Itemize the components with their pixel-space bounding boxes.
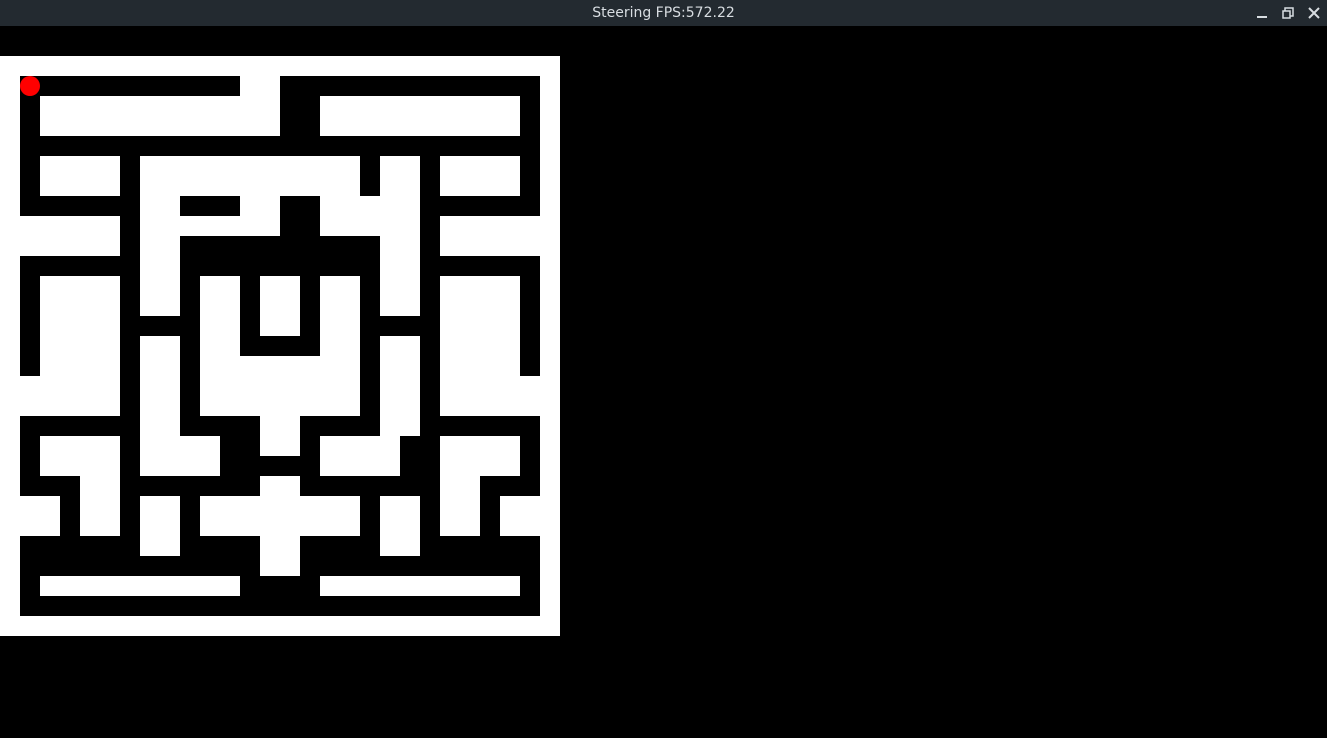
maze-wall	[240, 196, 260, 236]
maximize-icon[interactable]	[1278, 3, 1298, 23]
close-icon[interactable]	[1304, 3, 1324, 23]
maze-wall	[260, 276, 300, 336]
maze	[0, 56, 560, 636]
maze-wall	[140, 436, 220, 476]
maze-wall	[260, 416, 300, 456]
maze-wall	[180, 216, 240, 236]
agent-dot	[20, 76, 40, 96]
maze-wall	[40, 576, 240, 596]
maze-wall	[80, 476, 120, 536]
maze-wall	[40, 156, 120, 196]
maze-wall	[260, 196, 280, 236]
game-canvas[interactable]	[0, 26, 1327, 738]
maze-wall	[440, 476, 480, 536]
maze-wall	[140, 156, 180, 316]
maze-wall	[380, 336, 420, 436]
maze-wall	[40, 276, 120, 376]
maze-wall	[320, 96, 440, 136]
maze-wall	[500, 496, 540, 536]
maze-wall	[120, 96, 240, 136]
maze-wall	[200, 496, 360, 536]
maze-wall	[440, 376, 540, 416]
maze-wall	[540, 56, 560, 636]
maze-wall	[320, 436, 400, 476]
maze-wall	[200, 376, 360, 416]
window-title: Steering FPS:572.22	[592, 5, 735, 21]
maze-wall	[20, 496, 60, 536]
maze-wall	[380, 496, 420, 556]
maze-wall	[260, 536, 300, 576]
maze-wall	[180, 156, 360, 196]
maze-wall	[440, 436, 520, 476]
maze-wall	[440, 276, 520, 376]
minimize-icon[interactable]	[1252, 3, 1272, 23]
maze-wall	[140, 336, 180, 436]
maze-wall	[320, 576, 520, 596]
maze-wall	[0, 616, 560, 636]
maze-wall	[20, 216, 120, 256]
maze-wall	[440, 96, 520, 136]
maze-wall	[140, 496, 180, 556]
maze-wall	[440, 156, 520, 196]
maze-wall	[0, 56, 20, 636]
maze-wall	[20, 376, 120, 416]
window-titlebar[interactable]: Steering FPS:572.22	[0, 0, 1327, 26]
maze-wall	[40, 96, 120, 136]
maze-wall	[320, 196, 380, 236]
maze-wall	[240, 56, 280, 136]
maze-wall	[320, 276, 360, 376]
maze-wall	[380, 156, 420, 316]
maze-wall	[440, 216, 540, 256]
maze-wall	[40, 436, 120, 476]
